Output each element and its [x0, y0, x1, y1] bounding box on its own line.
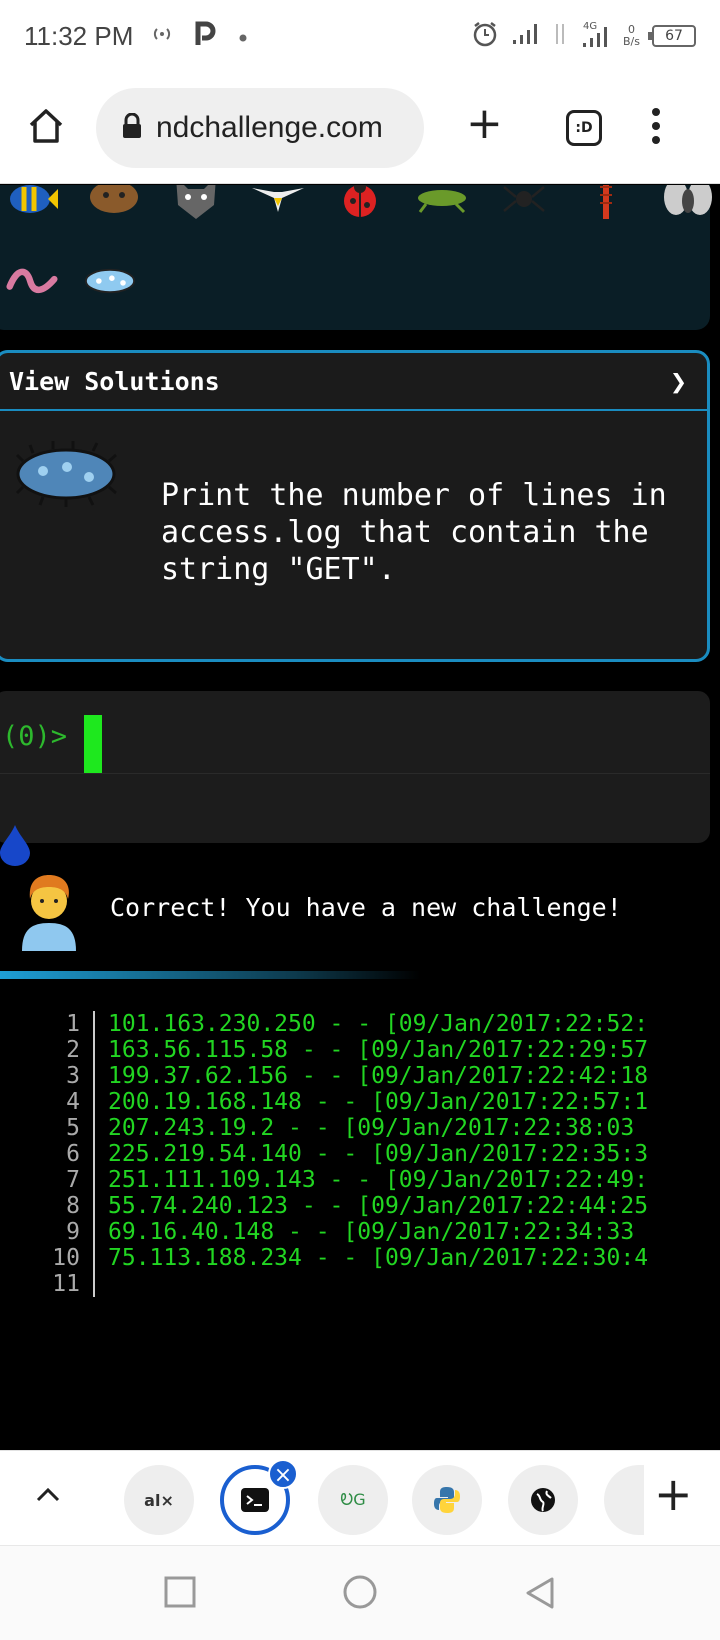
fly-icon[interactable] [662, 185, 714, 225]
feedback-text: Correct! You have a new challenge! [110, 893, 622, 922]
tab-alx[interactable]: al× [124, 1465, 194, 1535]
page-content: View Solutions ❯ Print the number of lin… [0, 185, 720, 1450]
code-line: 207.243.19.2 - - [09/Jan/2017:22:38:03 [108, 1115, 635, 1141]
code-lines: 101.163.230.250 - - [09/Jan/2017:22:52: 1… [108, 1011, 648, 1297]
status-bar: 11:32 PM 4G 0 B/s 67 [0, 0, 720, 72]
terminal-divider [0, 773, 710, 774]
code-line: 75.113.188.234 - - [09/Jan/2017:22:30:4 [108, 1245, 649, 1271]
alarm-icon [471, 20, 499, 53]
new-tab-plus-icon[interactable]: + [466, 102, 503, 146]
code-line: 101.163.230.250 - - [09/Jan/2017:22:52: [108, 1011, 649, 1037]
tab-geeksforgeeks-label: ᎧG [340, 1490, 366, 1509]
challenge-card: View Solutions ❯ Print the number of lin… [0, 350, 710, 662]
water-drop-icon [0, 823, 32, 867]
code-line: 225.219.54.140 - - [09/Jan/2017:22:35:3 [108, 1141, 649, 1167]
challenge-text: Print the number of lines in access.log … [161, 478, 667, 587]
text-cursor [84, 715, 102, 773]
network-speed-unit: B/s [623, 35, 640, 48]
svg-text:4G: 4G [583, 21, 597, 32]
eagle-icon[interactable] [252, 185, 304, 225]
code-line: 163.56.115.58 - - [09/Jan/2017:22:29:57 [108, 1037, 649, 1063]
microbe-icon [13, 441, 119, 511]
creature-row [6, 255, 136, 307]
creature-row [6, 185, 714, 225]
hotspot-icon [151, 26, 173, 46]
battery-icon: 67 [648, 25, 696, 47]
line-number: 5 [66, 1115, 80, 1141]
globe-icon [531, 1488, 555, 1512]
tab-switcher-button[interactable]: :D [566, 110, 602, 146]
browser-toolbar: ndchallenge.com + :D [0, 72, 720, 184]
system-nav-bar [0, 1545, 720, 1640]
tab-strip: al× × ᎧG + [0, 1450, 720, 1545]
tab-alx-label: al× [144, 1490, 174, 1510]
line-number: 4 [66, 1089, 80, 1115]
gutter-border [93, 1011, 95, 1297]
code-line: 251.111.109.143 - - [09/Jan/2017:22:49: [108, 1167, 649, 1193]
feedback-message: Correct! You have a new challenge! [0, 867, 720, 967]
menu-kebab-icon[interactable] [650, 108, 662, 148]
tab-geeksforgeeks[interactable]: ᎧG [318, 1465, 388, 1535]
line-number: 8 [66, 1193, 80, 1219]
line-number: 6 [66, 1141, 80, 1167]
url-text[interactable]: ndchallenge.com [156, 111, 383, 145]
tab-partial[interactable] [604, 1465, 644, 1535]
ladybug-icon[interactable] [334, 185, 386, 225]
scorpion-icon[interactable] [580, 185, 632, 225]
python-icon [434, 1487, 460, 1513]
dot-icon [239, 27, 247, 46]
line-number: 10 [52, 1245, 80, 1271]
p-app-icon [195, 21, 217, 51]
code-line: 199.37.62.156 - - [09/Jan/2017:22:42:18 [108, 1063, 649, 1089]
home-icon[interactable] [26, 106, 70, 150]
tab-python[interactable] [412, 1465, 482, 1535]
line-number: 9 [66, 1219, 80, 1245]
worm-icon[interactable] [6, 255, 58, 307]
lock-icon[interactable] [122, 112, 142, 143]
line-number: 3 [66, 1063, 80, 1089]
microbe-icon[interactable] [84, 255, 136, 307]
spider-icon[interactable] [498, 185, 550, 225]
challenge-body: Print the number of lines in access.log … [0, 411, 707, 659]
data-arrows-icon [553, 22, 567, 51]
line-number: 2 [66, 1037, 80, 1063]
4g-signal-icon: 4G [579, 19, 611, 54]
view-solutions-header[interactable]: View Solutions ❯ [0, 353, 707, 411]
signal-icon [511, 22, 541, 51]
beaver-icon[interactable] [88, 185, 140, 225]
code-line: 200.19.168.148 - - [09/Jan/2017:22:57:1 [108, 1089, 649, 1115]
wolf-icon[interactable] [170, 185, 222, 225]
code-line: 69.16.40.148 - - [09/Jan/2017:22:34:33 [108, 1219, 635, 1245]
terminal-prompt: (0)> [2, 721, 68, 752]
code-viewer: 1 2 3 4 5 6 7 8 9 10 11 101.163.230.250 - - [09/Ja… [0, 1011, 720, 1301]
view-solutions-title[interactable]: View Solutions [9, 367, 220, 396]
back-triangle-icon[interactable] [524, 1576, 556, 1614]
gradient-divider [0, 971, 420, 979]
home-circle-icon[interactable] [342, 1574, 378, 1614]
line-number: 7 [66, 1167, 80, 1193]
line-number: 1 [66, 1011, 80, 1037]
tab-globe[interactable] [508, 1465, 578, 1535]
line-number: 11 [52, 1271, 80, 1297]
status-time: 11:32 PM [24, 20, 134, 51]
address-bar[interactable]: ndchallenge.com [96, 88, 424, 168]
terminal-input[interactable]: (0)> [0, 691, 710, 843]
fish-icon[interactable] [6, 185, 58, 225]
recents-square-icon[interactable] [164, 1576, 196, 1612]
close-tab-icon[interactable]: × [268, 1459, 298, 1489]
code-line: 55.74.240.123 - - [09/Jan/2017:22:44:25 [108, 1193, 649, 1219]
add-tab-plus-icon[interactable]: + [654, 1467, 693, 1521]
chevron-right-icon[interactable]: ❯ [670, 365, 687, 398]
cricket-icon[interactable] [416, 185, 468, 225]
creature-panel [0, 185, 712, 330]
line-number-gutter: 1 2 3 4 5 6 7 8 9 10 11 [30, 1011, 80, 1297]
chevron-up-icon[interactable] [34, 1481, 62, 1509]
terminal-icon [241, 1488, 269, 1512]
network-speed: 0 B/s [623, 24, 640, 48]
person-avatar-icon [16, 871, 82, 951]
